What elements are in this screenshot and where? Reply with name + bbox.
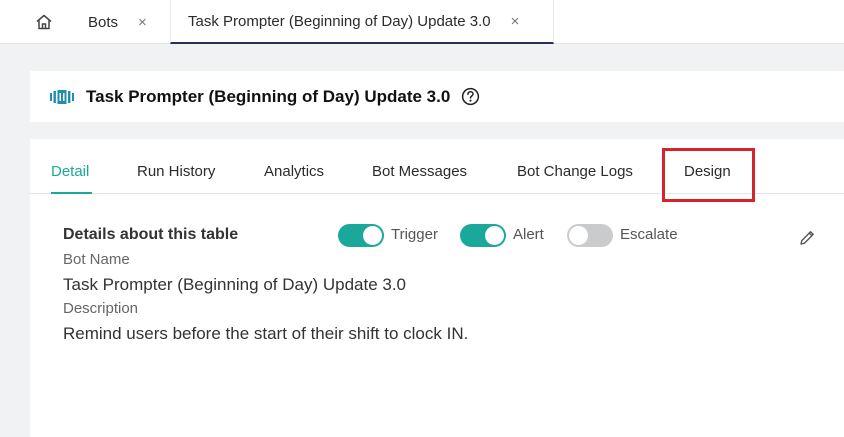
close-icon[interactable]: × <box>511 13 520 30</box>
escalate-label: Escalate <box>620 226 678 243</box>
active-tab-indicator <box>51 192 92 194</box>
description-value: Remind users before the start of their s… <box>63 324 469 343</box>
escalate-toggle[interactable] <box>567 224 613 247</box>
page-title: Task Prompter (Beginning of Day) Update … <box>86 86 451 106</box>
toggle-knob <box>363 226 382 245</box>
highlight-box <box>662 148 755 202</box>
tab-bot-change-logs[interactable]: Bot Change Logs <box>517 163 633 180</box>
toggle-knob <box>569 226 588 245</box>
tab-analytics[interactable]: Analytics <box>264 163 324 180</box>
tab-run-history[interactable]: Run History <box>137 163 215 180</box>
tab-bar: Bots × Task Prompter (Beginning of Day) … <box>0 0 844 44</box>
alert-toggle[interactable] <box>460 224 506 247</box>
trigger-label: Trigger <box>391 226 438 243</box>
tab-task-prompter[interactable]: Task Prompter (Beginning of Day) Update … <box>170 0 554 44</box>
toggle-knob <box>485 226 504 245</box>
trigger-toggle[interactable] <box>338 224 384 247</box>
bot-name-value: Task Prompter (Beginning of Day) Update … <box>63 275 407 294</box>
detail-tabs: Detail Run History Analytics Bot Message… <box>30 139 844 202</box>
alert-label: Alert <box>513 226 544 243</box>
help-circle-icon[interactable] <box>461 87 480 106</box>
edit-pencil-icon[interactable] <box>798 229 816 247</box>
tab-bot-messages[interactable]: Bot Messages <box>372 163 467 180</box>
description-label: Description <box>63 300 139 317</box>
close-icon[interactable]: × <box>138 14 147 31</box>
details-title: Details about this table <box>63 226 239 243</box>
bot-name-label: Bot Name <box>63 251 130 268</box>
tab-task-prompter-label: Task Prompter (Beginning of Day) Update … <box>188 12 491 30</box>
tab-home[interactable] <box>22 0 66 44</box>
page-header: Task Prompter (Beginning of Day) Update … <box>30 71 844 122</box>
tab-bots-label: Bots <box>88 13 119 31</box>
detail-panel: Detail Run History Analytics Bot Message… <box>30 139 844 437</box>
home-icon <box>36 14 52 30</box>
tab-bots[interactable]: Bots × <box>88 0 147 44</box>
bot-bars-icon <box>50 89 74 104</box>
tab-detail[interactable]: Detail <box>51 163 89 180</box>
